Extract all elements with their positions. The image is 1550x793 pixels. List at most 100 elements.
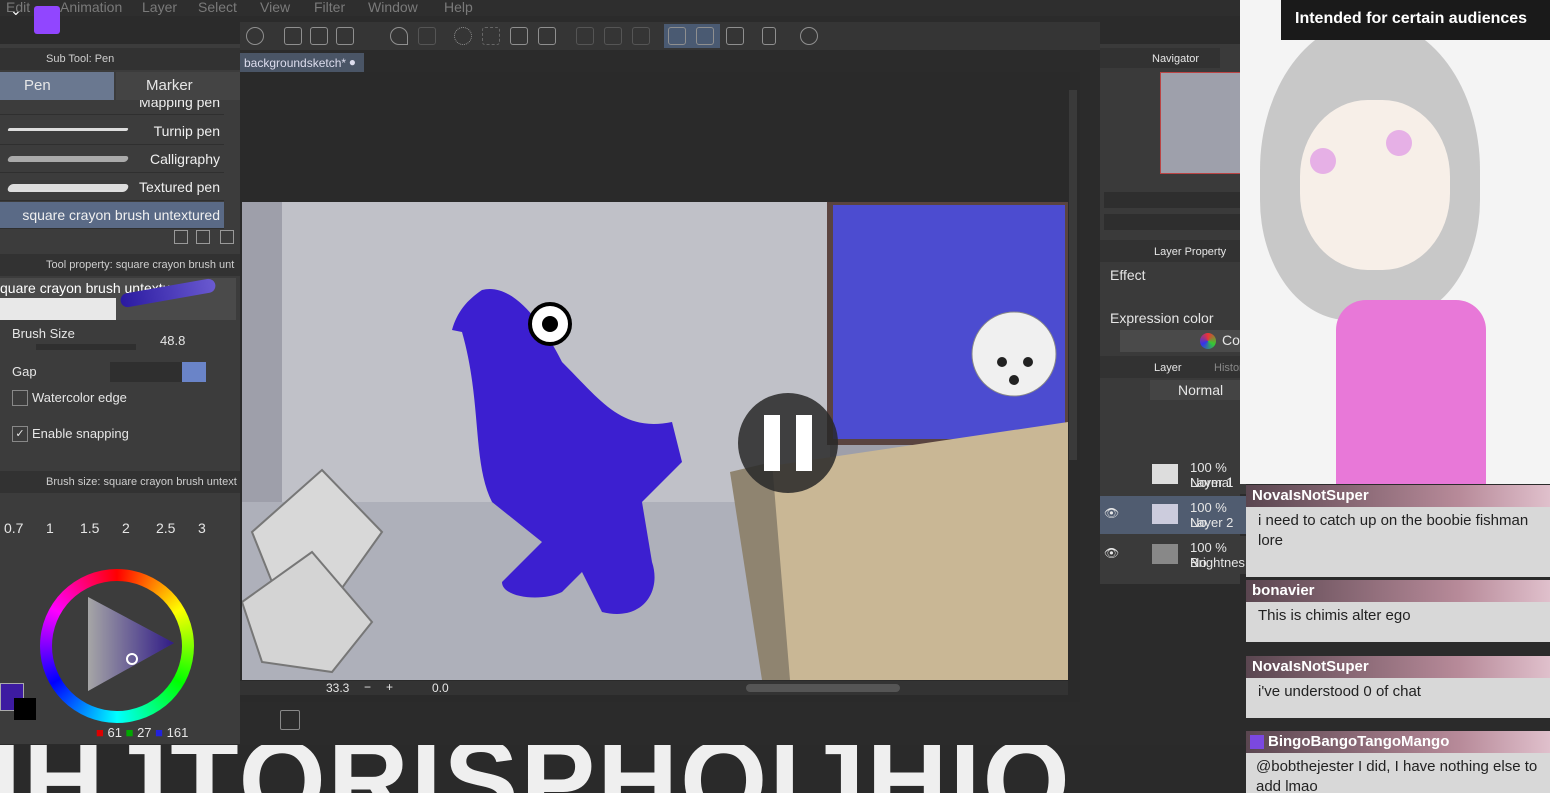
brush-size-label: Brush Size bbox=[12, 326, 75, 341]
menu-window[interactable]: Window bbox=[368, 0, 418, 15]
tab-pen[interactable]: Pen bbox=[0, 72, 114, 100]
navigator-slider[interactable] bbox=[1104, 192, 1256, 208]
size-preset[interactable]: 0.7 bbox=[4, 520, 23, 536]
trash-icon[interactable] bbox=[220, 230, 234, 244]
tool-preview: quare crayon brush untextured bbox=[0, 277, 236, 320]
canvas-artwork[interactable] bbox=[242, 202, 1068, 680]
new-file-icon[interactable] bbox=[284, 27, 302, 45]
tab-pen-label: Pen bbox=[24, 77, 51, 94]
audience-notice: Intended for certain audiences bbox=[1281, 0, 1550, 40]
snap-fill-icon[interactable] bbox=[604, 27, 622, 45]
brush-textured-pen[interactable]: Textured pen bbox=[0, 174, 224, 201]
watercolor-edge-row[interactable]: Watercolor edge bbox=[0, 388, 238, 422]
chat-username: NovaIsNotSuper bbox=[1246, 656, 1550, 678]
eye-icon[interactable]: 👁 bbox=[1104, 546, 1119, 560]
undo-icon[interactable] bbox=[390, 27, 408, 45]
import-icon[interactable] bbox=[174, 230, 188, 244]
pause-button[interactable] bbox=[738, 393, 838, 493]
chat-username: bonavier bbox=[1246, 580, 1550, 602]
menu-help[interactable]: Help bbox=[444, 0, 473, 15]
navigator-header: Navigator bbox=[1100, 48, 1220, 68]
menu-bar: ⌄ Edit Animation Layer Select View Filte… bbox=[0, 0, 1240, 18]
sub-color-swatch[interactable] bbox=[14, 698, 36, 720]
chat-username: BingoBangoTangoMango bbox=[1246, 731, 1550, 753]
select-icon[interactable] bbox=[482, 27, 500, 45]
blend-mode-value: Normal bbox=[1178, 382, 1224, 398]
fill-icon[interactable] bbox=[510, 27, 528, 45]
size-preset[interactable]: 3 bbox=[198, 520, 206, 536]
brush-turnip-pen[interactable]: Turnip pen bbox=[0, 118, 224, 145]
transform-icon[interactable] bbox=[538, 27, 556, 45]
loading-icon[interactable] bbox=[454, 27, 472, 45]
menu-filter[interactable]: Filter bbox=[314, 0, 345, 15]
effect-label: Effect bbox=[1110, 267, 1146, 283]
zoom-value[interactable]: 33.3 bbox=[326, 681, 349, 695]
unsaved-dot-icon: ● bbox=[348, 55, 356, 69]
layer-row[interactable]: 👁 100 % No Brightnes bbox=[1100, 536, 1246, 574]
brush-size-row[interactable]: Brush Size 48.8 bbox=[0, 322, 238, 356]
sub-tool-title: Sub Tool: Pen bbox=[46, 53, 115, 65]
clip-studio-icon[interactable] bbox=[246, 27, 264, 45]
green-dot: ■ bbox=[125, 725, 134, 740]
gap-selector[interactable] bbox=[110, 362, 206, 382]
watercolor-checkbox[interactable] bbox=[12, 390, 28, 406]
size-preset[interactable]: 2 bbox=[122, 520, 130, 536]
save-icon[interactable] bbox=[336, 27, 354, 45]
brush-size-value[interactable]: 48.8 bbox=[160, 333, 185, 348]
overlay-banner: IHJTORISPHOIJHIO bbox=[0, 745, 1246, 793]
rotation-value[interactable]: 0.0 bbox=[432, 681, 449, 695]
avatar-eye bbox=[1310, 148, 1336, 174]
open-file-icon[interactable] bbox=[310, 27, 328, 45]
size-preset[interactable]: 2.5 bbox=[156, 520, 175, 536]
brush-square-crayon[interactable]: square crayon brush untextured bbox=[0, 202, 224, 229]
zoom-out-icon[interactable]: − bbox=[364, 680, 371, 694]
gap-row[interactable]: Gap bbox=[0, 356, 238, 390]
layer-header: Layer History bbox=[1100, 356, 1260, 378]
twitch-logo-icon bbox=[34, 6, 60, 34]
eye-icon[interactable]: 👁 bbox=[1104, 506, 1119, 520]
snapping-label: Enable snapping bbox=[32, 426, 129, 441]
layout-icon[interactable] bbox=[280, 710, 300, 730]
tab-marker[interactable]: Marker bbox=[116, 72, 240, 100]
brush-calligraphy[interactable]: Calligraphy bbox=[0, 146, 224, 173]
size-preset[interactable]: 1.5 bbox=[80, 520, 99, 536]
red-dot: ■ bbox=[96, 725, 104, 740]
snap-off-icon[interactable] bbox=[576, 27, 594, 45]
curve-snap-icon[interactable] bbox=[696, 27, 714, 45]
layer-row[interactable]: 👁 100 % No Layer 2 bbox=[1100, 496, 1246, 534]
layer-title[interactable]: Layer bbox=[1154, 362, 1182, 374]
menu-animation[interactable]: Animation bbox=[60, 0, 122, 15]
ruler-snap-icon[interactable] bbox=[668, 27, 686, 45]
snap-frame-icon[interactable] bbox=[632, 27, 650, 45]
gap-selected bbox=[182, 362, 206, 382]
duplicate-icon[interactable] bbox=[196, 230, 210, 244]
snapping-checkbox[interactable]: ✓ bbox=[12, 426, 28, 442]
rgb-readout: ■ 61 ■ 27 ■ 161 bbox=[96, 725, 216, 740]
zoom-in-icon[interactable]: + bbox=[386, 680, 393, 694]
redo-icon[interactable] bbox=[418, 27, 436, 45]
brush-size-slider[interactable] bbox=[36, 344, 136, 350]
brush-size-panel-title: Brush size: square crayon brush untext bbox=[46, 476, 237, 488]
perspective-icon[interactable] bbox=[726, 27, 744, 45]
menu-layer[interactable]: Layer bbox=[142, 0, 177, 15]
document-tab[interactable]: backgroundsketch* ● bbox=[240, 53, 364, 73]
layer-row[interactable]: 100 % Normal Layer 1 bbox=[1100, 456, 1246, 494]
vertical-scrollbar[interactable] bbox=[1069, 90, 1077, 460]
menu-select[interactable]: Select bbox=[198, 0, 237, 15]
horizontal-scrollbar[interactable] bbox=[746, 684, 900, 692]
tablet-icon[interactable] bbox=[762, 27, 776, 45]
chat-message: NovaIsNotSuper i've understood 0 of chat bbox=[1246, 656, 1550, 718]
navigator-rotate-slider[interactable] bbox=[1104, 214, 1256, 230]
avatar-eye bbox=[1386, 130, 1412, 156]
menu-view[interactable]: View bbox=[260, 0, 290, 15]
brush-mapping-pen[interactable]: Mapping pen bbox=[0, 100, 224, 115]
help-icon[interactable] bbox=[800, 27, 818, 45]
blue-dot: ■ bbox=[155, 725, 164, 740]
color-triangle[interactable] bbox=[52, 581, 182, 711]
menu-edit[interactable]: Edit bbox=[6, 0, 30, 15]
size-preset[interactable]: 1 bbox=[46, 520, 54, 536]
main-toolbar bbox=[240, 22, 1100, 50]
tool-preview-swatch bbox=[0, 298, 116, 320]
layer-thumbnail bbox=[1152, 464, 1178, 484]
snapping-row[interactable]: ✓ Enable snapping bbox=[0, 424, 238, 458]
